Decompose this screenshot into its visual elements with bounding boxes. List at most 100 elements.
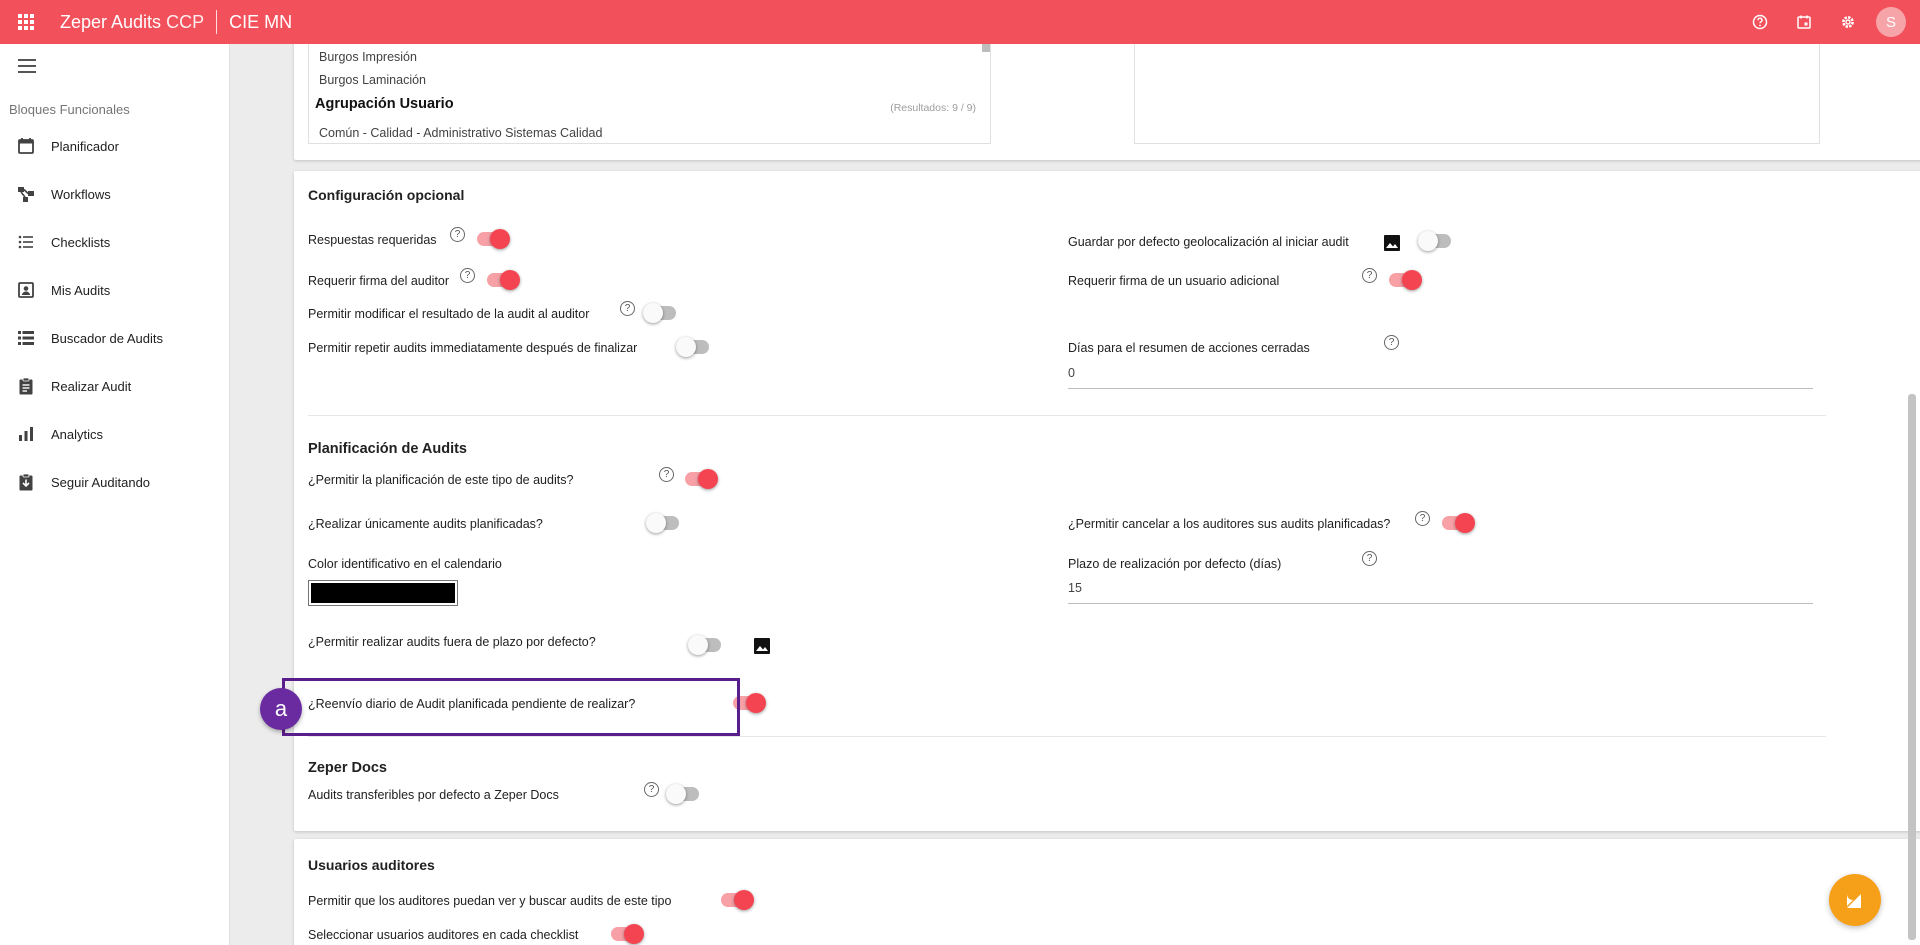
ver-buscar-label: Permitir que los auditores puedan ver y … [308, 894, 672, 908]
firma-adicional-toggle[interactable] [1386, 270, 1422, 290]
sidebar-item-label: Realizar Audit [51, 378, 132, 394]
fuera-plazo-label: ¿Permitir realizar audits fuera de plazo… [308, 635, 596, 649]
sidebar-section-label: Bloques Funcionales [9, 102, 130, 117]
firma-adicional-label: Requerir firma de un usuario adicional [1068, 274, 1280, 288]
seleccionar-label: Seleccionar usuarios auditores en cada c… [308, 928, 579, 942]
respuestas-toggle[interactable] [474, 229, 510, 249]
sidebar-item-mis-audits[interactable]: Mis Audits [0, 266, 230, 314]
help-icon[interactable]: ? [1415, 511, 1430, 526]
app-suffix: CCP [166, 11, 205, 32]
calendar-icon [16, 136, 36, 156]
user-avatar[interactable]: S [1876, 7, 1906, 37]
help-icon[interactable]: ? [450, 227, 465, 242]
sidebar: Bloques Funcionales Planificador Workflo… [0, 44, 230, 945]
sidebar-item-buscador-de-audits[interactable]: Buscador de Audits [0, 314, 230, 362]
help-icon[interactable]: ? [460, 268, 475, 283]
modificar-label: Permitir modificar el resultado de la au… [308, 307, 590, 321]
firma-auditor-toggle[interactable] [484, 270, 520, 290]
help-icon[interactable]: ? [1384, 335, 1399, 350]
app-title: Zeper Audits CCP [60, 12, 204, 33]
annotation-badge: a [260, 688, 302, 730]
calendar-color-picker[interactable] [308, 580, 458, 606]
cancelar-toggle[interactable] [1439, 513, 1475, 533]
auditor-users-card: Usuarios auditores Permitir que los audi… [294, 839, 1920, 945]
transferibles-toggle[interactable] [666, 784, 702, 804]
ver-buscar-toggle[interactable] [718, 890, 754, 910]
gear-icon[interactable] [1826, 0, 1870, 44]
clipboard-download-icon [16, 472, 36, 492]
color-swatch [311, 583, 455, 603]
color-calendario-label: Color identificativo en el calendario [308, 557, 502, 571]
help-icon[interactable]: ? [620, 301, 635, 316]
main-content: Burgos Impresión Burgos Laminación Agrup… [230, 44, 1920, 945]
plazo-input[interactable]: 15 [1068, 581, 1813, 604]
geolocalizacion-label: Guardar por defecto geolocalización al i… [1068, 235, 1349, 249]
card-title: Usuarios auditores [308, 857, 435, 873]
sidebar-item-label: Analytics [51, 426, 104, 442]
apps-grid-icon[interactable] [0, 0, 52, 44]
permitir-planificacion-label: ¿Permitir la planificación de este tipo … [308, 473, 574, 487]
sidebar-nav: Planificador Workflows Checklists Mis Au… [0, 122, 230, 506]
app-name: Zeper Audits [60, 11, 162, 32]
selected-groups-box[interactable] [1134, 44, 1820, 144]
top-actions: S [1738, 0, 1920, 44]
sidebar-item-label: Checklists [51, 234, 111, 250]
sidebar-item-analytics[interactable]: Analytics [0, 410, 230, 458]
modificar-toggle[interactable] [643, 303, 679, 323]
org-name: CIE MN [229, 11, 293, 32]
divider [308, 736, 1826, 737]
stacked-list-icon [16, 328, 36, 348]
results-count: (Resultados: 9 / 9) [890, 102, 976, 114]
card-title: Configuración opcional [308, 187, 465, 203]
help-icon[interactable] [1738, 0, 1782, 44]
top-app-bar: Zeper Audits CCP CIE MN S [0, 0, 1920, 44]
groups-list[interactable]: Burgos Impresión Burgos Laminación Agrup… [308, 44, 991, 144]
page-scrollbar[interactable] [1908, 394, 1916, 940]
sidebar-item-checklists[interactable]: Checklists [0, 218, 230, 266]
list-item[interactable]: Burgos Laminación [319, 73, 426, 87]
list-icon [16, 232, 36, 252]
solo-planificadas-label: ¿Realizar únicamente audits planificadas… [308, 517, 543, 531]
divider [308, 415, 1826, 416]
calendar-check-icon[interactable] [1782, 0, 1826, 44]
bar-chart-icon [16, 424, 36, 444]
transferibles-label: Audits transferibles por defecto a Zeper… [308, 788, 559, 802]
section-title-planificacion: Planificación de Audits [308, 441, 467, 457]
dias-resumen-label: Días para el resumen de acciones cerrada… [1068, 341, 1310, 355]
solo-planificadas-toggle[interactable] [646, 513, 682, 533]
image-icon [1384, 235, 1400, 251]
geolocalizacion-toggle[interactable] [1418, 231, 1454, 251]
sidebar-item-workflows[interactable]: Workflows [0, 170, 230, 218]
fuera-plazo-toggle[interactable] [688, 635, 724, 655]
dias-resumen-input[interactable]: 0 [1068, 366, 1813, 389]
image-icon [754, 638, 770, 654]
user-groups-card: Burgos Impresión Burgos Laminación Agrup… [294, 44, 1920, 160]
sidebar-item-label: Workflows [51, 186, 111, 202]
sidebar-item-label: Buscador de Audits [51, 330, 164, 346]
workflow-icon [16, 184, 36, 204]
annotation-highlight-box [282, 678, 740, 736]
help-icon[interactable]: ? [1362, 551, 1377, 566]
help-icon[interactable]: ? [1362, 268, 1377, 283]
repetir-toggle[interactable] [676, 337, 712, 357]
sidebar-item-seguir-auditando[interactable]: Seguir Auditando [0, 458, 230, 506]
title-divider [216, 10, 218, 34]
zendesk-help-button[interactable] [1829, 874, 1881, 926]
sidebar-item-realizar-audit[interactable]: Realizar Audit [0, 362, 230, 410]
sidebar-item-planificador[interactable]: Planificador [0, 122, 230, 170]
firma-auditor-label: Requerir firma del auditor [308, 274, 450, 288]
list-item[interactable]: Común - Calidad - Administrativo Sistema… [319, 126, 602, 140]
seleccionar-toggle[interactable] [608, 924, 644, 944]
list-scrollbar[interactable] [982, 44, 990, 52]
cancelar-label: ¿Permitir cancelar a los auditores sus a… [1068, 517, 1391, 531]
help-icon[interactable]: ? [659, 467, 674, 482]
person-card-icon [16, 280, 36, 300]
list-item[interactable]: Burgos Impresión [319, 50, 417, 64]
sidebar-item-label: Seguir Auditando [51, 474, 151, 490]
help-icon[interactable]: ? [644, 782, 659, 797]
repetir-label: Permitir repetir audits immediatamente d… [308, 341, 638, 355]
section-title-zeper-docs: Zeper Docs [308, 760, 387, 776]
menu-icon[interactable] [18, 59, 36, 73]
permitir-planificacion-toggle[interactable] [682, 469, 718, 489]
sidebar-item-label: Mis Audits [51, 282, 111, 298]
